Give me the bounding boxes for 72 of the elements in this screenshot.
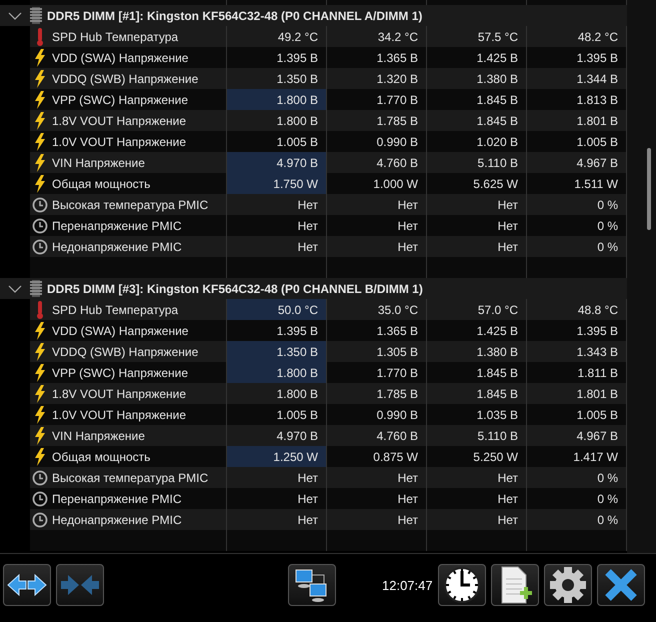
lightning-bolt-icon [34,48,46,66]
lightning-bolt-icon [34,132,46,150]
sensor-label: Высокая температура PMIC [52,470,208,484]
scrollbar-thumb[interactable] [647,148,651,230]
lightning-bolt-icon [34,426,46,444]
value-cell: 1.800 В [227,362,327,383]
sensor-label: SPD Hub Температура [52,302,178,316]
lightning-bolt-icon [34,384,46,402]
settings-button[interactable] [544,564,592,606]
lightning-bolt-icon [34,342,46,360]
thermometer-icon [37,300,43,318]
value-cell: 1.800 В [227,89,327,110]
clock-icon [32,218,48,234]
lightning-bolt-icon [34,112,46,130]
sensor-label: Общая мощность [52,450,150,464]
close-icon [604,568,638,602]
sensor-label: Перенапряжение PMIC [52,218,182,232]
lightning-bolt-icon [34,70,46,88]
converging-arrows-icon [60,572,100,598]
chevron-down-icon[interactable] [8,284,22,294]
gear-icon [548,566,587,604]
value-cell: 50.0 °C [227,299,327,320]
scrollbar[interactable] [627,0,656,553]
group-title: DDR5 DIMM [#1]: Kingston KF564C32-48 (P0 CHANNEL A/DIMM 1) [47,8,422,22]
double-arrow-icon [7,572,47,598]
collapse-columns-button[interactable] [56,564,104,606]
clock-icon [442,566,481,604]
sensor-label: VDD (SWA) Напряжение [52,324,188,338]
sensor-label: Перенапряжение PMIC [52,492,182,506]
lightning-bolt-icon [34,322,46,340]
sensor-label: 1.0V VOUT Напряжение [52,134,186,148]
lightning-bolt-icon [34,364,46,382]
sensor-label: VDDQ (SWB) Напряжение [52,72,198,86]
clock-icon [32,490,48,506]
memory-chip-icon [30,280,42,297]
network-button[interactable] [288,564,336,606]
value-cell: 4.970 В [227,152,327,173]
thermometer-icon [37,28,43,46]
chevron-down-icon[interactable] [8,10,22,20]
lightning-bolt-icon [34,174,46,192]
clock-icon [32,238,48,254]
lightning-bolt-icon [34,406,46,424]
sensor-label: VPP (SWC) Напряжение [52,92,188,106]
sensor-label: Общая мощность [52,176,150,190]
sensor-label: Высокая температура PMIC [52,198,208,212]
sensor-label: 1.8V VOUT Напряжение [52,114,186,128]
clock-time: 12:07:47 [382,578,433,592]
clock-icon [32,470,48,486]
sensor-label: VIN Напряжение [52,156,145,170]
sensor-label: Недонапряжение PMIC [52,512,182,526]
group-title: DDR5 DIMM [#3]: Kingston KF564C32-48 (P0 CHANNEL B/DIMM 1) [47,282,423,296]
sensor-label: SPD Hub Температура [52,30,178,44]
sensor-label: Недонапряжение PMIC [52,240,182,254]
sensor-label: 1.8V VOUT Напряжение [52,386,186,400]
value-cell: 1.250 W [227,446,327,467]
value-cell: 1.350 В [227,341,327,362]
memory-chip-icon [30,7,42,24]
lightning-bolt-icon [34,448,46,466]
close-button[interactable] [596,564,645,606]
value-cell: 1.750 W [227,173,327,194]
sensor-label: 1.0V VOUT Напряжение [52,408,186,422]
new-log-button[interactable] [490,564,539,606]
sensor-label: VDDQ (SWB) Напряжение [52,344,198,358]
expand-columns-button[interactable] [3,564,51,606]
lightning-bolt-icon [34,154,46,172]
sensor-label: VIN Напряжение [52,428,145,442]
timer-button[interactable] [438,564,486,606]
lightning-bolt-icon [34,90,46,108]
clock-icon [32,196,48,212]
sensor-label: VDD (SWA) Напряжение [52,50,188,64]
sensor-label: VPP (SWC) Напряжение [52,366,188,380]
clock-icon [32,512,48,528]
